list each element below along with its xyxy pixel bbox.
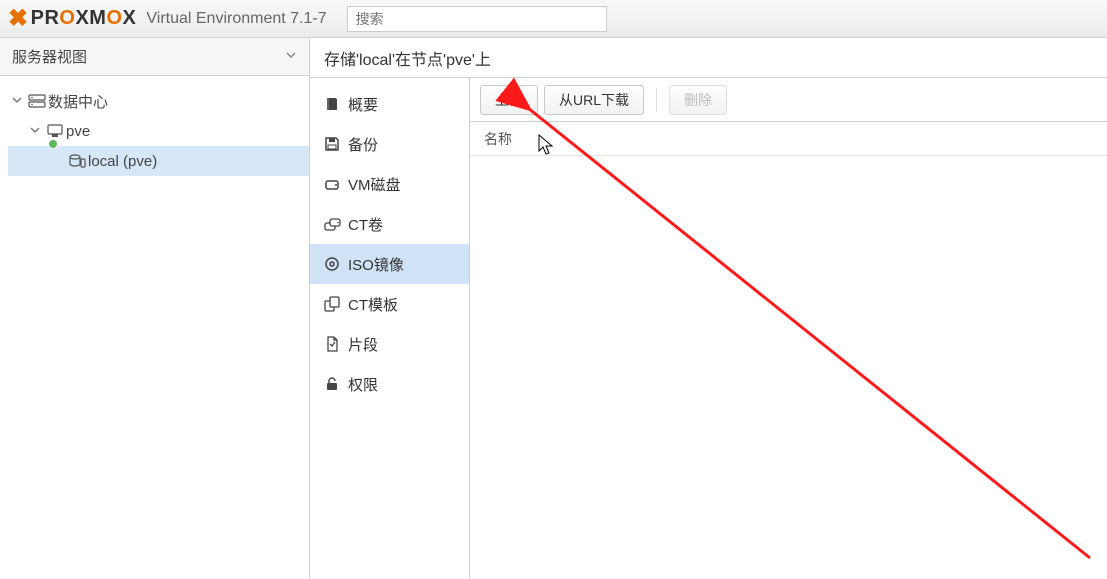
server-icon bbox=[26, 94, 48, 108]
logo-text: XM bbox=[75, 7, 106, 30]
view-selector-label: 服务器视图 bbox=[12, 46, 87, 67]
node-icon bbox=[44, 123, 66, 139]
floppy-icon bbox=[324, 136, 348, 152]
version-label: Virtual Environment 7.1-7 bbox=[146, 10, 326, 28]
left-panel: 服务器视图 数据中心 bbox=[0, 38, 310, 579]
tree-node-pve[interactable]: pve bbox=[8, 116, 309, 146]
collapse-icon[interactable] bbox=[30, 125, 44, 138]
subnav-label: CT卷 bbox=[348, 214, 383, 235]
status-ok-icon bbox=[48, 139, 58, 149]
content-title-text: 存储'local'在节点'pve'上 bbox=[324, 46, 491, 70]
subnav-cttemplate[interactable]: CT模板 bbox=[310, 284, 469, 324]
delete-button[interactable]: 删除 bbox=[669, 85, 727, 115]
subnav-ctvol[interactable]: CT卷 bbox=[310, 204, 469, 244]
storage-icon bbox=[66, 153, 88, 169]
file-icon bbox=[324, 336, 348, 352]
tree-storage-local[interactable]: local (pve) bbox=[8, 146, 309, 176]
content-title: 存储'local'在节点'pve'上 bbox=[310, 38, 1107, 78]
tree-label: 数据中心 bbox=[48, 91, 108, 112]
proxmox-logo: ✖ PROXMOX bbox=[8, 4, 136, 33]
resource-tree: 数据中心 pve local (pve) bbox=[0, 76, 309, 176]
content-toolbar: 上传 从URL下载 删除 bbox=[470, 78, 1107, 122]
subnav-label: 权限 bbox=[348, 374, 378, 395]
chevron-down-icon bbox=[285, 48, 297, 65]
tree-label: local (pve) bbox=[88, 153, 157, 170]
tree-datacenter[interactable]: 数据中心 bbox=[8, 86, 309, 116]
view-selector-dropdown[interactable]: 服务器视图 bbox=[0, 38, 309, 76]
subnav-summary[interactable]: 概要 bbox=[310, 84, 469, 124]
subnav-label: CT模板 bbox=[348, 294, 398, 315]
search-input[interactable] bbox=[347, 6, 607, 32]
download-from-url-button[interactable]: 从URL下载 bbox=[544, 85, 644, 115]
logo-text: X bbox=[123, 7, 137, 30]
logo-x-icon: ✖ bbox=[8, 4, 29, 33]
search-container bbox=[347, 6, 607, 32]
toolbar-separator bbox=[656, 88, 657, 112]
collapse-icon[interactable] bbox=[12, 95, 26, 108]
unlock-icon bbox=[324, 376, 348, 392]
tree-label: pve bbox=[66, 123, 90, 140]
subnav-permissions[interactable]: 权限 bbox=[310, 364, 469, 404]
subnav-iso[interactable]: ISO镜像 bbox=[310, 244, 469, 284]
logo-text: O bbox=[59, 7, 75, 30]
book-icon bbox=[324, 96, 348, 112]
top-header: ✖ PROXMOX Virtual Environment 7.1-7 bbox=[0, 0, 1107, 38]
subnav-label: 片段 bbox=[348, 334, 378, 355]
subnav-label: VM磁盘 bbox=[348, 174, 401, 195]
column-name-header[interactable]: 名称 bbox=[484, 129, 512, 149]
subnav-label: 备份 bbox=[348, 134, 378, 155]
disc-icon bbox=[324, 256, 348, 272]
storage-subnav: 概要 备份 VM磁盘 CT卷 ISO镜像 bbox=[310, 78, 470, 579]
file-stack-icon bbox=[324, 296, 348, 312]
logo-text: O bbox=[106, 7, 122, 30]
logo-text: PR bbox=[31, 7, 60, 30]
right-panel: 存储'local'在节点'pve'上 概要 备份 VM磁盘 CT卷 bbox=[310, 38, 1107, 579]
subnav-vmdisk[interactable]: VM磁盘 bbox=[310, 164, 469, 204]
subnav-backup[interactable]: 备份 bbox=[310, 124, 469, 164]
subnav-label: 概要 bbox=[348, 94, 378, 115]
subnav-snippets[interactable]: 片段 bbox=[310, 324, 469, 364]
main-content: 上传 从URL下载 删除 名称 bbox=[470, 78, 1107, 579]
hdd-stack-icon bbox=[324, 216, 348, 232]
upload-button[interactable]: 上传 bbox=[480, 85, 538, 115]
hdd-icon bbox=[324, 176, 348, 192]
column-header-row: 名称 bbox=[470, 122, 1107, 156]
subnav-label: ISO镜像 bbox=[348, 254, 404, 275]
